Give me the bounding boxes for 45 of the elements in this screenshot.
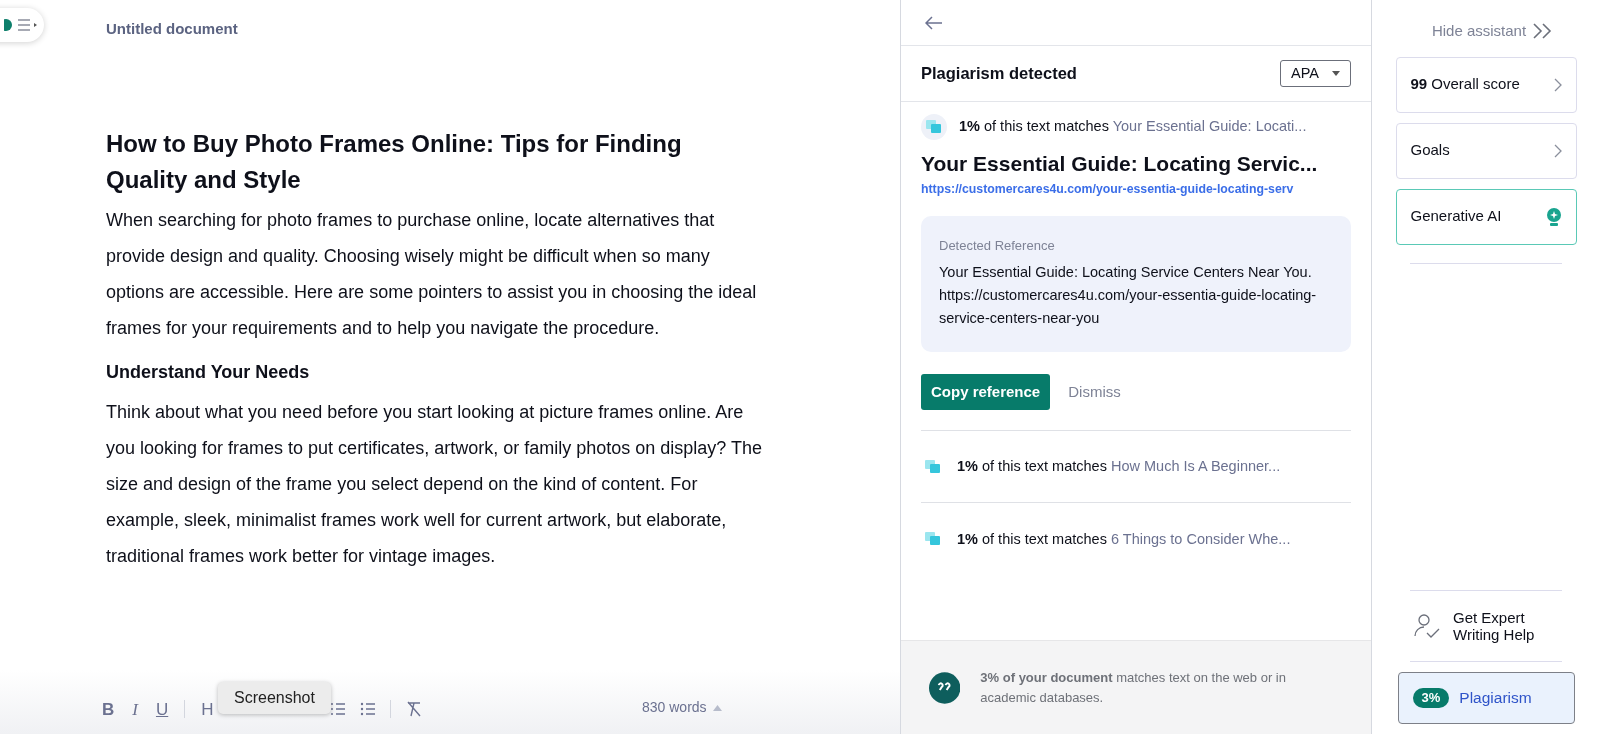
percent-badge: 3%: [1412, 688, 1450, 708]
paragraph: Think about what you need before you start looking at picture frames online. Are you looking for frames to put certificates, artwork, or family photos on display? The size and design of the frame you select depend on the kind of content. For example, sleek, minimalist frames work well for current artwork, but elaborate, traditional frames work better for vintage images.: [106, 401, 763, 568]
copy-reference-button[interactable]: Copy reference: [921, 374, 1051, 411]
match-summary[interactable]: 1% of this text matches 6 Things to Consider Whe...: [957, 528, 1291, 551]
plagiarism-button[interactable]: 3% Plagiarism: [1397, 672, 1575, 724]
reference-text: Your Essential Guide: Locating Service Centers Near You. https://customercares4u.com/your-essentia-guide-locating-service-centers-near-you: [939, 263, 1318, 329]
summary-text: 3% of your document matches text on the web or in academic databases.: [980, 668, 1287, 707]
document-heading: How to Buy Photo Frames Online: Tips for Finding Quality and Style: [106, 129, 683, 195]
match-summary[interactable]: 1% of this text matches How Much Is A Beginner...: [957, 456, 1281, 478]
chevron-icon: [1553, 77, 1562, 92]
underline-button[interactable]: U: [153, 696, 171, 722]
clear-format-icon[interactable]: [404, 700, 423, 719]
assistant-card[interactable]: 99 Overall score: [1395, 56, 1577, 113]
list-icon[interactable]: [329, 701, 346, 718]
assistant-card[interactable]: Goals: [1395, 122, 1577, 179]
word-count[interactable]: 830 words: [642, 697, 707, 718]
italic-button[interactable]: I: [130, 696, 140, 722]
paragraph: When searching for photo frames to purchase online, locate alternatives that provide design and quality. Choosing wisely might be difficult when so many options are accessible. Here are some pointers to assist you in choosing the ideal frames for your requirements and to help you navigate the procedure.: [106, 209, 758, 340]
section-heading: Understand Your Needs: [106, 361, 311, 384]
bullet-list-icon[interactable]: [359, 701, 376, 718]
panel-title: Plagiarism detected: [921, 63, 1077, 85]
lightbulb-icon: [1545, 206, 1562, 227]
caret-icon: [1332, 71, 1340, 76]
chevron-icon: [1553, 143, 1562, 158]
stack-icon: [925, 532, 941, 547]
back-icon[interactable]: [925, 15, 943, 30]
stack-icon: [926, 120, 942, 134]
expert-help-link[interactable]: Get Expert Writing Help: [1409, 609, 1563, 643]
heading-button[interactable]: H: [199, 696, 216, 722]
assistant-card[interactable]: Generative AI: [1395, 188, 1577, 245]
reference-label: Detected Reference: [939, 236, 1056, 255]
bold-button[interactable]: B: [100, 696, 117, 722]
source-link[interactable]: https://customercares4u.com/your-essentia-guide-locating-serv: [921, 179, 1351, 198]
dismiss-button[interactable]: Dismiss: [1068, 381, 1121, 404]
match-row[interactable]: 1% of this text matches How Much Is A Beginner...: [921, 431, 1351, 504]
match-summary: 1% of this text matches Your Essential Guide: Locati...: [959, 117, 1307, 137]
citation-style-select[interactable]: APA: [1280, 60, 1351, 87]
match-row[interactable]: 1% of this text matches 6 Things to Consider Whe...: [921, 503, 1351, 576]
source-title: Your Essential Guide: Locating Servic...: [921, 151, 1319, 177]
stack-icon: [925, 459, 941, 474]
tooltip: Screenshot: [218, 682, 331, 714]
hide-assistant-button[interactable]: Hide assistant: [1417, 20, 1555, 43]
person-check-icon: [1413, 612, 1441, 640]
quote-icon: [929, 671, 961, 704]
document-title[interactable]: Untitled document: [106, 18, 238, 41]
